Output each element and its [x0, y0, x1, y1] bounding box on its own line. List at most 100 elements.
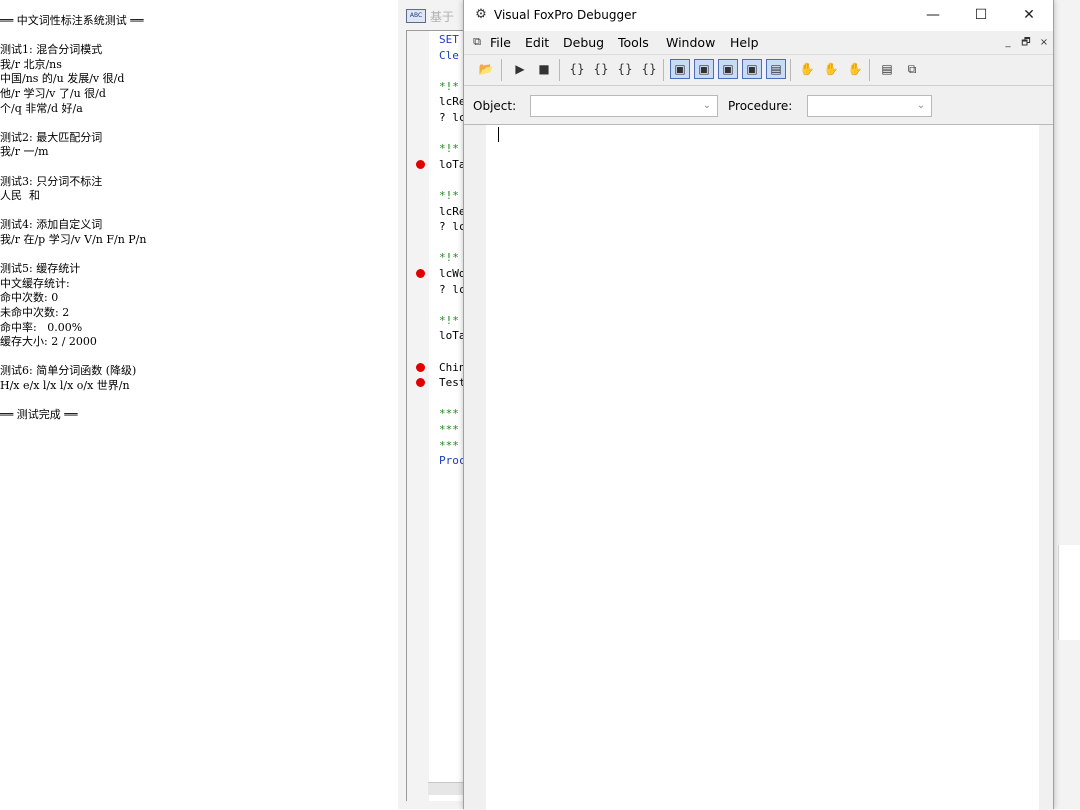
editor-right-panel	[1054, 30, 1080, 809]
cancel-icon[interactable]: ■	[534, 59, 554, 79]
procedure-label: Procedure:	[728, 99, 793, 113]
editor-title: 基于	[430, 10, 455, 24]
console-line: 未命中次数: 2	[0, 306, 70, 319]
console-output: ══ 中文词性标注系统测试 ══ 测试1: 混合分词模式 我/r 北京/ns 中国/n…	[0, 0, 398, 809]
console-line: 我/r 一/m	[0, 145, 49, 159]
code-line: ? lc	[439, 220, 466, 234]
code-line: loTa	[439, 329, 466, 343]
console-line: 他/r 学习/v 了/u 很/d	[0, 87, 106, 100]
mdi-minimize-button[interactable]: _	[1001, 36, 1015, 50]
toggle-breakpoint-icon[interactable]: ✋	[797, 59, 817, 79]
trace-window	[464, 124, 1053, 810]
debugger-titlebar[interactable]: ⚙ Visual FoxPro Debugger — ☐ ✕	[464, 0, 1053, 31]
object-dropdown[interactable]: ⌄	[530, 95, 718, 117]
console-line: 我/r 北京/ns	[0, 57, 62, 71]
toolbar-separator	[663, 59, 664, 81]
breakpoint-icon[interactable]	[416, 159, 425, 169]
console-line: 测试3: 只分词不标注	[0, 174, 103, 188]
toolbar-separator	[869, 59, 870, 81]
run-to-cursor-icon[interactable]: {}	[639, 59, 659, 79]
code-line: Test	[439, 376, 466, 390]
menu-edit[interactable]: Edit	[525, 35, 549, 50]
toolbar-separator	[559, 59, 560, 81]
resume-icon[interactable]: ▶	[510, 59, 530, 79]
menu-window[interactable]: Window	[666, 35, 715, 50]
text-caret	[498, 127, 499, 142]
procedure-dropdown[interactable]: ⌄	[807, 95, 932, 117]
console-line: 命中率: 0.00%	[0, 320, 83, 334]
menu-bar: ⧉ File Edit Debug Tools Window Help _ 🗗 …	[464, 31, 1053, 54]
abc-icon: ABC	[406, 9, 426, 23]
object-label: Object:	[473, 99, 517, 113]
chevron-down-icon[interactable]: ⌄	[914, 98, 928, 114]
code-editor[interactable]: SET Cle *!* lcRe? lc *!* loTa *!* lcRe? lc *!* lc…	[406, 30, 469, 801]
trace-text-area[interactable]	[486, 125, 1039, 810]
open-icon[interactable]: 📂	[476, 59, 496, 79]
menu-help[interactable]: Help	[730, 35, 759, 50]
editor-scrollbar-thumb[interactable]	[1058, 545, 1080, 640]
mdi-restore-button[interactable]: 🗗	[1019, 36, 1033, 50]
minimize-button[interactable]: —	[909, 0, 957, 31]
debugger-toolbar: 📂 ▶ ■{}{}{}{} ▣ ▣ ▣ ▣ ▤ ✋ ✋ ✋ ▤ ⧉	[464, 54, 1053, 86]
code-line: lcRe	[439, 204, 466, 218]
code-line: Chin	[439, 360, 466, 374]
console-line: 测试4: 添加自定义词	[0, 218, 103, 232]
toolbar-separator	[790, 59, 791, 81]
breakpoint-icon[interactable]	[416, 362, 425, 372]
toggle-logging-icon[interactable]: ▤	[877, 59, 897, 79]
trace-scrollbar[interactable]	[1039, 125, 1053, 810]
code-line: ? lc	[439, 282, 466, 296]
trace-window-icon[interactable]: ▣	[670, 59, 690, 79]
console-line: 中国/ns 的/u 发展/v 很/d	[0, 72, 125, 86]
console-line: ══ 测试完成 ══	[0, 408, 78, 422]
code-line: SET	[439, 33, 459, 46]
code-line: lcRe	[439, 95, 466, 109]
code-line: *!*	[439, 313, 459, 327]
debugger-menu-icon[interactable]: ⧉	[467, 32, 487, 52]
step-out-icon[interactable]: {}	[615, 59, 635, 79]
menu-tools[interactable]: Tools	[618, 35, 649, 50]
code-line: ***	[439, 438, 459, 452]
console-line: H/x e/x l/x l/x o/x 世界/n	[0, 379, 130, 392]
breakpoint-icon[interactable]	[416, 269, 425, 278]
code-line: *!*	[439, 142, 459, 156]
code-line: ? lc	[439, 111, 466, 124]
editor-horizontal-scrollbar[interactable]	[428, 782, 468, 795]
code-line: *!*	[439, 189, 459, 202]
menu-debug[interactable]: Debug	[563, 35, 604, 50]
breakpoint-gutter[interactable]	[407, 31, 429, 801]
chevron-down-icon[interactable]: ⌄	[700, 98, 714, 114]
trace-gutter[interactable]	[464, 125, 486, 810]
code-line: *!*	[439, 251, 459, 265]
code-line: lcWo	[439, 267, 466, 280]
code-line: loTa	[439, 157, 466, 171]
console-line: 测试5: 缓存统计	[0, 262, 81, 276]
console-line: 人民 和	[0, 189, 40, 203]
watch-window-icon[interactable]: ▣	[694, 59, 714, 79]
console-line: 测试6: 简单分词函数 (降级)	[0, 364, 137, 378]
console-line: 命中次数: 0	[0, 291, 59, 305]
breakpoints-dialog-icon[interactable]: ✋	[845, 59, 865, 79]
menu-file[interactable]: File	[490, 35, 511, 50]
window-title: Visual FoxPro Debugger	[494, 8, 637, 22]
coverage-icon[interactable]: ⧉	[902, 59, 922, 79]
console-line: 测试2: 最大匹配分词	[0, 130, 103, 144]
bug-icon: ⚙	[475, 7, 487, 22]
console-line: 缓存大小: 2 / 2000	[0, 335, 97, 349]
output-window-icon[interactable]: ▤	[766, 59, 786, 79]
console-line: 个/q 非常/d 好/a	[0, 101, 83, 115]
mdi-close-button[interactable]: ×	[1037, 36, 1051, 50]
clear-breakpoints-icon[interactable]: ✋	[821, 59, 841, 79]
close-button[interactable]: ✕	[1005, 0, 1053, 31]
maximize-button[interactable]: ☐	[957, 0, 1005, 31]
code-line: Cle	[439, 48, 459, 62]
call-stack-window-icon[interactable]: ▣	[742, 59, 762, 79]
console-line: 中文缓存统计:	[0, 276, 70, 290]
step-over-icon[interactable]: {}	[591, 59, 611, 79]
step-into-icon[interactable]: {}	[567, 59, 587, 79]
code-line: Proc	[439, 454, 466, 468]
object-procedure-bar: Object: ⌄ Procedure: ⌄	[464, 86, 1053, 124]
locals-window-icon[interactable]: ▣	[718, 59, 738, 79]
console-line: 测试1: 混合分词模式	[0, 43, 103, 57]
debugger-window: ⚙ Visual FoxPro Debugger — ☐ ✕ ⧉ File Ed…	[463, 0, 1054, 810]
